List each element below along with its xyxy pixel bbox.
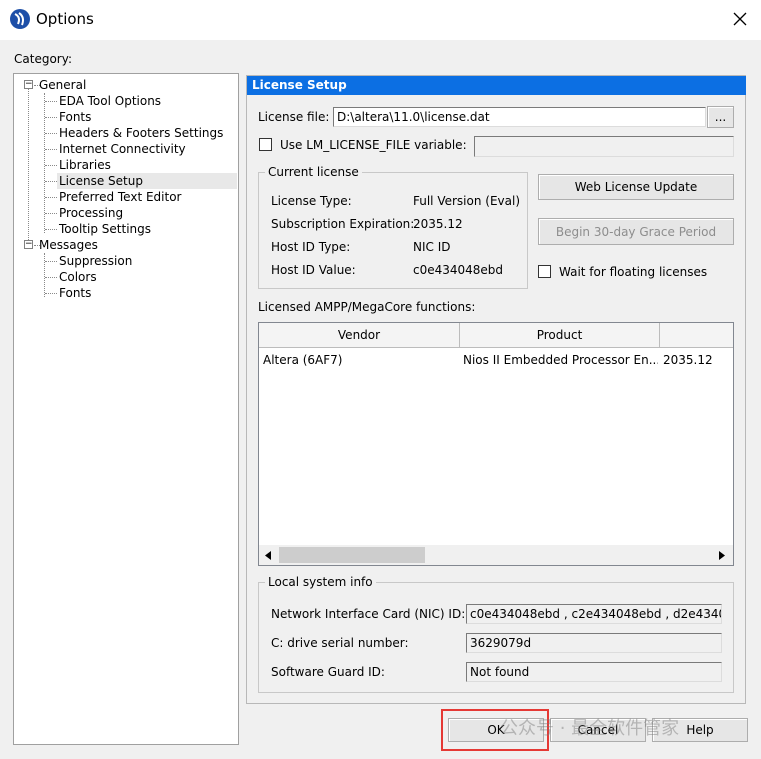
tree-line	[45, 181, 57, 182]
license-file-input[interactable]: D:\altera\11.0\license.dat	[333, 107, 706, 127]
tree-line	[45, 261, 57, 262]
category-tree[interactable]: − General EDA Tool Options Fonts Headers…	[13, 73, 239, 745]
host-id-type-value: NIC ID	[413, 240, 451, 254]
nic-id-label: Network Interface Card (NIC) ID:	[271, 607, 466, 621]
tree-item-license-setup[interactable]: License Setup	[57, 173, 237, 189]
tree-line	[44, 253, 45, 297]
tree-line	[44, 93, 45, 233]
host-id-type-label: Host ID Type:	[271, 240, 351, 254]
horizontal-scrollbar[interactable]	[259, 545, 733, 565]
tree-line	[45, 101, 57, 102]
scroll-thumb[interactable]	[279, 547, 425, 563]
scroll-right-icon[interactable]	[718, 551, 726, 560]
column-header-product[interactable]: Product	[460, 323, 660, 348]
tree-line	[45, 149, 57, 150]
column-header-expiration[interactable]	[660, 323, 733, 348]
tree-item-tooltip-settings[interactable]: Tooltip Settings	[59, 221, 151, 237]
licensed-functions-label: Licensed AMPP/MegaCore functions:	[258, 300, 476, 314]
use-lm-license-label: Use LM_LICENSE_FILE variable:	[280, 138, 467, 152]
close-button[interactable]	[722, 2, 758, 36]
tree-item-general[interactable]: General	[39, 77, 86, 93]
tree-line	[45, 165, 57, 166]
tree-item-fonts[interactable]: Fonts	[59, 109, 91, 125]
tree-item-suppression[interactable]: Suppression	[59, 253, 132, 269]
local-system-info-title: Local system info	[265, 575, 376, 589]
tree-item-messages[interactable]: Messages	[39, 237, 98, 253]
licensed-functions-list[interactable]: Vendor Product Altera (6AF7) Nios II Emb…	[258, 322, 734, 566]
row-vendor[interactable]: Altera (6AF7)	[263, 353, 458, 367]
column-header-vendor[interactable]: Vendor	[259, 323, 460, 348]
nic-id-value: c0e434048ebd , c2e434048ebd , d2e434048e…	[466, 604, 722, 624]
tree-item-eda-tool-options[interactable]: EDA Tool Options	[59, 93, 161, 109]
browse-button[interactable]: ...	[707, 106, 734, 128]
panel-header: License Setup	[247, 76, 746, 95]
tree-line	[45, 229, 57, 230]
window-title: Options	[36, 10, 94, 28]
tree-line	[28, 87, 29, 248]
close-icon	[733, 12, 747, 26]
current-license-title: Current license	[265, 165, 362, 179]
license-type-label: License Type:	[271, 194, 352, 208]
tree-item-processing[interactable]: Processing	[59, 205, 123, 221]
tree-item-headers-footers[interactable]: Headers & Footers Settings	[59, 125, 223, 141]
host-id-value: c0e434048ebd	[413, 263, 504, 277]
subscription-expiration-value: 2035.12	[413, 217, 463, 231]
tree-line	[45, 197, 57, 198]
drive-serial-value: 3629079d	[466, 633, 722, 653]
subscription-expiration-label: Subscription Expiration:	[271, 217, 415, 231]
wait-floating-checkbox[interactable]	[538, 265, 551, 278]
tree-line	[45, 293, 57, 294]
tree-item-message-fonts[interactable]: Fonts	[59, 285, 91, 301]
use-lm-license-checkbox[interactable]	[259, 138, 272, 151]
drive-serial-label: C: drive serial number:	[271, 636, 409, 650]
tree-line	[45, 213, 57, 214]
software-guard-value: Not found	[466, 662, 722, 682]
tree-item-colors[interactable]: Colors	[59, 269, 97, 285]
license-type-value: Full Version (Eval)	[413, 194, 521, 208]
wait-floating-label: Wait for floating licenses	[559, 265, 708, 279]
watermark-text: 公众号 · 最全软件管家	[500, 718, 680, 739]
grace-period-button[interactable]: Begin 30-day Grace Period	[538, 218, 734, 245]
tree-line	[45, 277, 57, 278]
row-expiration[interactable]: 2035.12	[663, 353, 733, 367]
tree-line	[45, 117, 57, 118]
tree-line	[45, 133, 57, 134]
tree-item-internet-connectivity[interactable]: Internet Connectivity	[59, 141, 186, 157]
quartus-app-icon	[9, 8, 31, 30]
software-guard-label: Software Guard ID:	[271, 665, 385, 679]
title-bar	[0, 0, 761, 40]
collapse-general-icon[interactable]: −	[24, 80, 33, 89]
scroll-left-icon[interactable]	[264, 551, 272, 560]
collapse-messages-icon[interactable]: −	[24, 240, 33, 249]
host-id-value-label: Host ID Value:	[271, 263, 356, 277]
tree-item-preferred-text-editor[interactable]: Preferred Text Editor	[59, 189, 182, 205]
row-product[interactable]: Nios II Embedded Processor En...	[463, 353, 658, 367]
license-file-label: License file:	[258, 110, 330, 124]
lm-license-file-input[interactable]	[474, 136, 734, 157]
tree-item-libraries[interactable]: Libraries	[59, 157, 111, 173]
web-license-update-button[interactable]: Web License Update	[538, 174, 734, 200]
category-label: Category:	[14, 52, 72, 66]
